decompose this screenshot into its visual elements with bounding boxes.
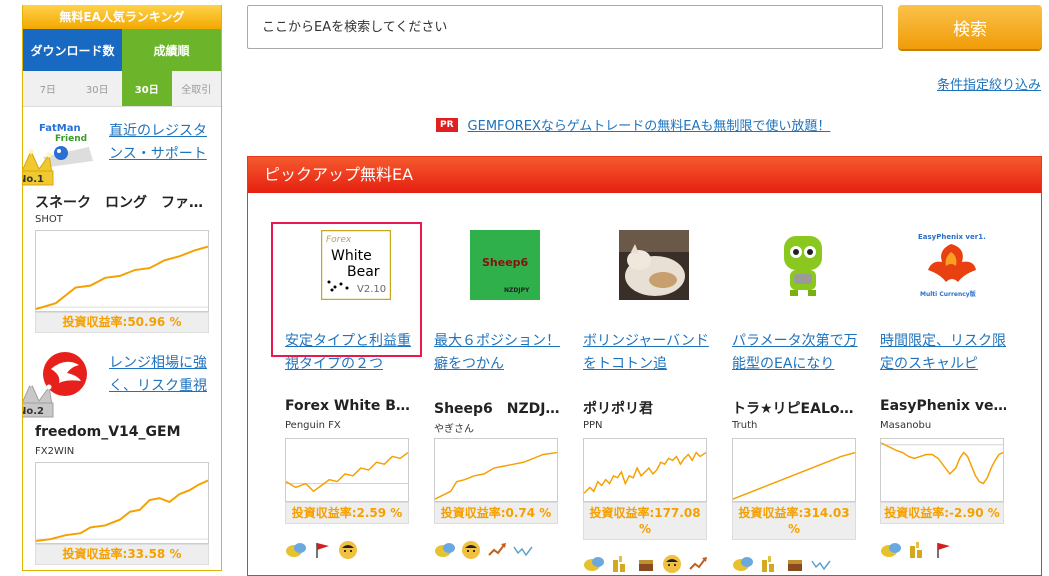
pickup-card-3-name[interactable]: ポリポリ君 (583, 398, 709, 418)
svg-text:EasyPhenix ver1.1: EasyPhenix ver1.1 (918, 233, 986, 241)
ranking-sidebar: 無料EA人気ランキング ダウンロード数 成績順 7日 30日 30日 全取引 F… (22, 5, 222, 571)
pickup-card-1-chart (285, 438, 409, 502)
trend-arrow-icon (486, 540, 508, 560)
chat-bubble-icon (732, 554, 754, 574)
rank-1-description-link[interactable]: 直近のレジスタンス・サポート (109, 120, 213, 166)
pickup-card-5-author: Masanobu (880, 420, 932, 431)
search-input[interactable] (247, 5, 883, 49)
advanced-filter-link[interactable]: 条件指定絞り込み (937, 74, 1041, 93)
pickup-card-4-chart (732, 438, 856, 502)
wave-icon (810, 554, 832, 574)
pickup-card-3-chart (583, 438, 707, 502)
chat-bubble-icon (434, 540, 456, 560)
period-tabs: 7日 30日 30日 全取引 (23, 71, 221, 107)
pickup-card-4-author: Truth (732, 420, 758, 431)
rank-1-author: SHOT (35, 214, 63, 225)
pickup-card-2-roi: 投資収益率:0.74 % (434, 502, 558, 524)
pickup-title: ピックアップ無料EA (248, 157, 1041, 193)
pickup-card-2-author: やぎさん (434, 424, 474, 435)
rank-1-roi: 投資収益率:50.96 % (35, 312, 209, 333)
rank-2-description-link[interactable]: レンジ相場に強く、リスク重視 (109, 352, 213, 398)
svg-text:Sheep6: Sheep6 (482, 256, 529, 269)
pickup-card-2-icons (434, 540, 534, 560)
flag-icon (311, 540, 333, 560)
pickup-card-3-icons (583, 554, 709, 574)
flag-icon (932, 540, 954, 560)
face-icon (661, 554, 683, 574)
period-30d-active[interactable]: 30日 (122, 71, 172, 106)
silver-crown-icon: No.2 (22, 381, 54, 418)
treasure-icon (784, 554, 806, 574)
svg-text:NZDJPY: NZDJPY (504, 287, 530, 294)
pickup-card-2-chart (434, 438, 558, 502)
pickup-card-5-name[interactable]: EasyPhenix ve… (880, 398, 1006, 414)
gold-crown-icon: No.1 (22, 149, 54, 186)
phoenix-thumbnail-icon[interactable]: EasyPhenix ver1.1 Multi Currency版 (916, 230, 986, 300)
coins-icon (758, 554, 780, 574)
pickup-card-5-chart (880, 438, 1004, 502)
pickup-card-2-name[interactable]: Sheep6 NZDJ… (434, 398, 560, 418)
rank-1-badge: No.1 (22, 174, 44, 185)
rank-2-performance-chart (35, 462, 209, 544)
pickup-card-1-icons (285, 540, 359, 560)
pickup-card-1-author: Penguin FX (285, 420, 341, 431)
rank-2-roi: 投資収益率:33.58 % (35, 544, 209, 565)
face-icon (337, 540, 359, 560)
period-30d[interactable]: 30日 (73, 71, 123, 106)
coins-icon (906, 540, 928, 560)
pickup-card-3-link[interactable]: ボリンジャーバンドをトコトン追 (583, 330, 711, 376)
rank-1-performance-chart (35, 230, 209, 312)
coins-icon (609, 554, 631, 574)
svg-text:Multi Currency版: Multi Currency版 (920, 290, 976, 298)
pickup-card-4-roi: 投資収益率:314.03 % (732, 502, 856, 540)
pickup-card-5-icons (880, 540, 954, 560)
wave-icon (512, 540, 534, 560)
pickup-card-4-link[interactable]: パラメータ次第で万能型のEAになり (732, 330, 860, 376)
pickup-card-4-icons (732, 554, 832, 574)
pickup-card-5-roi: 投資収益率:-2.90 % (880, 502, 1004, 524)
pr-badge: PR (436, 117, 458, 132)
rank-2-ea-name[interactable]: freedom_V14_GEM (35, 424, 217, 440)
period-7d[interactable]: 7日 (23, 71, 73, 106)
svg-text:FatMan: FatMan (39, 123, 81, 134)
pickup-card-4-name[interactable]: トラ★リピEALo… (732, 398, 858, 418)
rank-1-ea-name[interactable]: スネーク ロング ファ… (35, 192, 217, 212)
chat-bubble-icon (880, 540, 902, 560)
tab-performance[interactable]: 成績順 (122, 29, 221, 71)
svg-text:Friend: Friend (55, 134, 87, 144)
sheep6-thumbnail-icon[interactable]: Sheep6 NZDJPY (470, 230, 540, 300)
rank-2-author: FX2WIN (35, 446, 75, 457)
face-icon (460, 540, 482, 560)
period-all[interactable]: 全取引 (172, 71, 222, 106)
pickup-card-1-name[interactable]: Forex White B… (285, 398, 411, 414)
pr-banner: PR GEMFOREXならゲムトレードの無料EAも無制限で使い放題！ (436, 115, 830, 134)
search-button[interactable]: 検索 (898, 5, 1042, 49)
pickup-card-2-link[interactable]: 最大６ポジション！癖をつかん (434, 330, 562, 376)
pickup-card-1-roi: 投資収益率:2.59 % (285, 502, 409, 524)
robot-thumbnail-icon[interactable] (768, 230, 838, 300)
pickup-card-5-link[interactable]: 時間限定、リスク限定のスキャルピ (880, 330, 1008, 376)
pr-link[interactable]: GEMFOREXならゲムトレードの無料EAも無制限で使い放題！ (468, 115, 831, 134)
chat-bubble-icon (583, 554, 605, 574)
tab-downloads[interactable]: ダウンロード数 (23, 29, 122, 71)
ranking-tabs: ダウンロード数 成績順 (23, 29, 221, 71)
pickup-card-3-author: PPN (583, 420, 603, 431)
chat-bubble-icon (285, 540, 307, 560)
ranking-title: 無料EA人気ランキング (23, 5, 221, 29)
selected-card-highlight (271, 222, 422, 357)
cat-photo-thumbnail-icon[interactable] (619, 230, 689, 300)
rank-2-badge: No.2 (22, 406, 44, 417)
trend-arrow-icon (687, 554, 709, 574)
pickup-section: ピックアップ無料EA Forex White Bear V2.10 安定タイプと… (247, 156, 1042, 576)
treasure-icon (635, 554, 657, 574)
pickup-card-3-roi: 投資収益率:177.08 % (583, 502, 707, 540)
